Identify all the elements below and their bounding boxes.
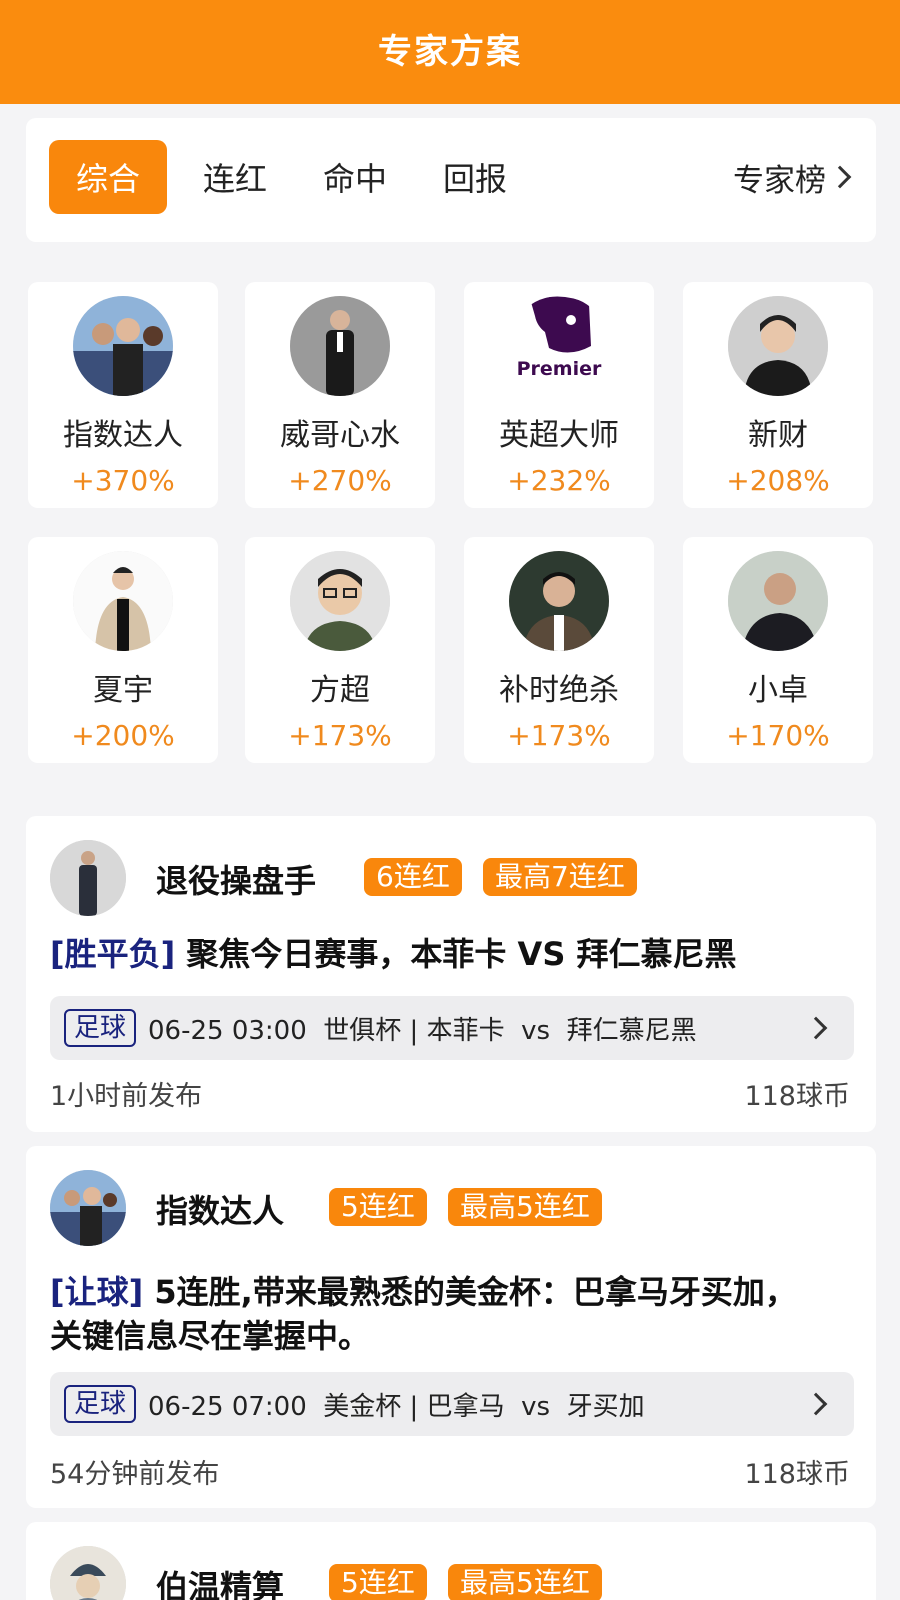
streak-badge: 6连红 [364,858,462,896]
expert-avatar [50,1170,126,1246]
max-streak-badge: 最高7连红 [483,858,637,896]
expert-name: 英超大师 [499,418,619,453]
expert-return-rate: +208% [726,464,830,497]
expert-return-rate: +370% [71,464,175,497]
plan-title[interactable]: [胜平负] 聚焦今日赛事，本菲卡 VS 拜仁慕尼黑 [50,932,737,976]
expert-name: 方超 [310,673,370,708]
publish-time: 1小时前发布 [50,1081,203,1112]
chevron-right-icon [828,165,852,189]
sport-tag: 足球 [64,1009,137,1047]
plan-price: 118球币 [744,1459,850,1490]
expert-return-rate: +173% [288,719,392,752]
match-info: 06-25 07:00 美金杯 | 巴拿马 vs 牙买加 [148,1391,645,1422]
plan-title-line-2: 关键信息尽在掌握中。 [50,1317,371,1355]
expert-return-rate: +173% [507,719,611,752]
expert-avatar [73,296,173,396]
expert-avatar [50,840,126,916]
premier-logo-text: Premier [516,358,602,380]
plan-expert-name: 指数达人 [156,1192,285,1230]
expert-return-rate: +270% [288,464,392,497]
match-info-bar[interactable]: 足球 06-25 07:00 美金杯 | 巴拿马 vs 牙买加 [50,1372,854,1436]
expert-ranking-link[interactable]: 专家榜 [733,140,852,214]
sport-tag: 足球 [64,1385,137,1423]
expert-avatar [728,296,828,396]
expert-card[interactable]: 补时绝杀 +173% [464,537,654,763]
expert-card[interactable]: 新财 +208% [683,282,873,508]
max-streak-badge: 最高5连红 [448,1188,602,1226]
publish-time: 54分钟前发布 [50,1459,220,1490]
plan-card[interactable]: 伯温精算 5连红 最高5连红 [26,1522,876,1600]
expert-avatar [73,551,173,651]
plan-title-line-1: 5连胜,带来最熟悉的美金杯：巴拿马牙买加， [154,1273,797,1311]
expert-return-rate: +170% [726,719,830,752]
filter-tabs-bar: 综合 连红 命中 回报 专家榜 [26,118,876,242]
plan-expert-name: 伯温精算 [156,1568,285,1600]
chevron-right-icon [804,1016,828,1040]
tab-overall[interactable]: 综合 [49,140,167,214]
expert-card[interactable]: 小卓 +170% [683,537,873,763]
tab-hit-rate[interactable]: 命中 [296,140,414,214]
tab-return[interactable]: 回报 [416,140,534,214]
plan-card[interactable]: 退役操盘手 6连红 最高7连红 [胜平负] 聚焦今日赛事，本菲卡 VS 拜仁慕尼… [26,816,876,1132]
plan-type-tag: [让球] [50,1273,144,1311]
plan-price: 118球币 [744,1081,850,1112]
premier-league-logo-avatar: Premier [509,296,609,396]
match-info-bar[interactable]: 足球 06-25 03:00 世俱杯 | 本菲卡 vs 拜仁慕尼黑 [50,996,854,1060]
expert-name: 威哥心水 [280,418,400,453]
expert-name: 新财 [748,418,808,453]
expert-avatar [290,296,390,396]
plan-type-tag: [胜平负] [50,935,176,973]
match-info: 06-25 03:00 世俱杯 | 本菲卡 vs 拜仁慕尼黑 [148,1015,697,1046]
expert-name: 小卓 [748,673,808,708]
plan-title-text: 聚焦今日赛事，本菲卡 VS 拜仁慕尼黑 [186,935,737,973]
max-streak-badge: 最高5连红 [448,1564,602,1600]
chevron-right-icon [804,1392,828,1416]
app-header: 专家方案 [0,0,900,104]
expert-card[interactable]: 夏宇 +200% [28,537,218,763]
expert-avatar [290,551,390,651]
expert-avatar [728,551,828,651]
expert-avatar [50,1546,126,1600]
ranking-link-label: 专家榜 [733,162,826,199]
tab-streak[interactable]: 连红 [176,140,294,214]
expert-return-rate: +200% [71,719,175,752]
expert-name: 指数达人 [63,418,183,453]
expert-return-rate: +232% [507,464,611,497]
plan-expert-name: 退役操盘手 [156,862,317,900]
plan-card[interactable]: 指数达人 5连红 最高5连红 [让球] 5连胜,带来最熟悉的美金杯：巴拿马牙买加… [26,1146,876,1508]
expert-card[interactable]: 方超 +173% [245,537,435,763]
expert-card[interactable]: 指数达人 +370% [28,282,218,508]
expert-name: 补时绝杀 [499,673,619,708]
streak-badge: 5连红 [329,1564,427,1600]
expert-avatar [509,551,609,651]
page-title: 专家方案 [378,31,522,72]
expert-card[interactable]: 威哥心水 +270% [245,282,435,508]
plan-title[interactable]: [让球] 5连胜,带来最熟悉的美金杯：巴拿马牙买加， 关键信息尽在掌握中。 [50,1270,797,1358]
expert-name: 夏宇 [93,673,153,708]
expert-card[interactable]: Premier 英超大师 +232% [464,282,654,508]
streak-badge: 5连红 [329,1188,427,1226]
